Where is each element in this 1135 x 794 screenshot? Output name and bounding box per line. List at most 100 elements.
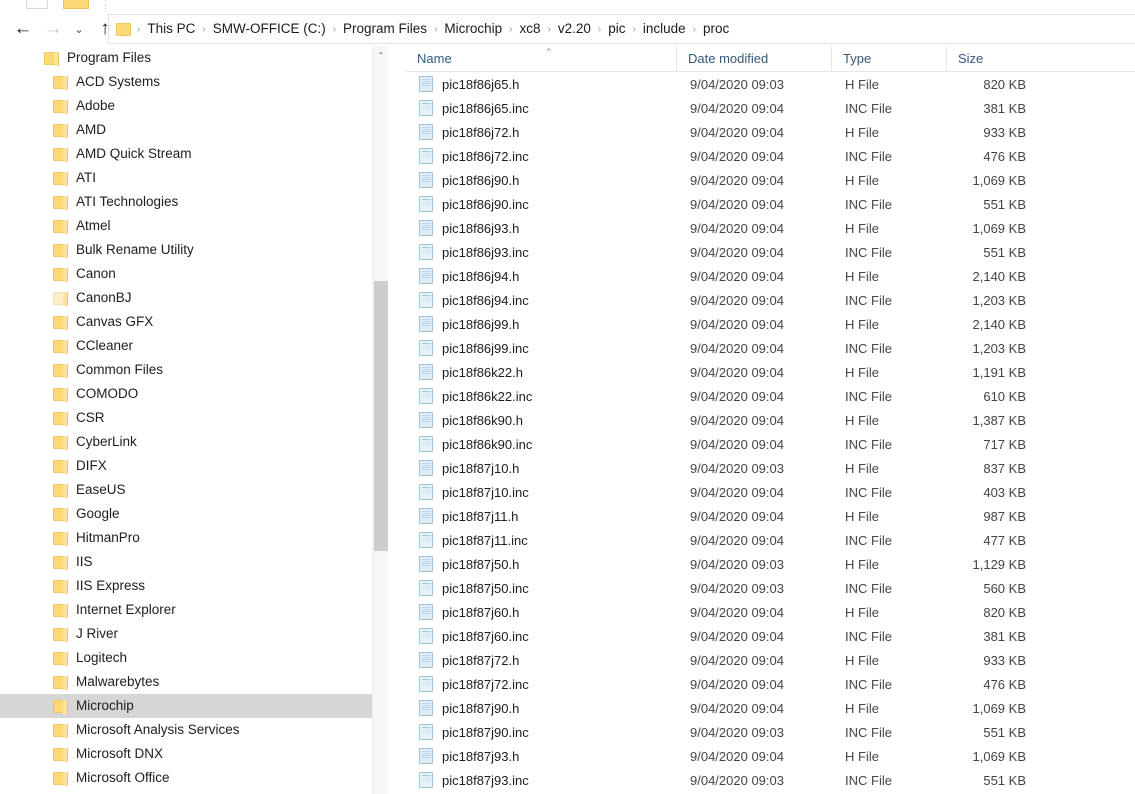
h-file-icon	[419, 748, 433, 764]
inc-file-icon	[419, 436, 433, 452]
table-row[interactable]: pic18f86j99.inc9/04/2020 09:04INC File1,…	[406, 336, 1135, 360]
table-row[interactable]: pic18f86j90.inc9/04/2020 09:04INC File55…	[406, 192, 1135, 216]
recent-locations-chevron-down-icon[interactable]: ⌄	[68, 14, 90, 44]
breadcrumb-item[interactable]: include	[639, 22, 690, 36]
sidebar-item-j-river[interactable]: J River	[0, 622, 388, 646]
tree-scrollbar-thumb[interactable]	[374, 281, 388, 551]
table-row[interactable]: pic18f87j72.h9/04/2020 09:04H File933 KB	[406, 648, 1135, 672]
table-row[interactable]: pic18f87j60.inc9/04/2020 09:04INC File38…	[406, 624, 1135, 648]
sidebar-item-microsoft-office[interactable]: Microsoft Office	[0, 766, 388, 790]
table-row[interactable]: pic18f86j72.inc9/04/2020 09:04INC File47…	[406, 144, 1135, 168]
table-row[interactable]: pic18f87j90.inc9/04/2020 09:03INC File55…	[406, 720, 1135, 744]
file-name-cell: pic18f87j60.h	[442, 605, 690, 620]
sidebar-item-canonbj[interactable]: CanonBJ	[0, 286, 388, 310]
file-size-cell: 1,069 KB	[960, 701, 1044, 716]
file-name-cell: pic18f87j72.inc	[442, 677, 690, 692]
table-row[interactable]: pic18f87j11.h9/04/2020 09:04H File987 KB	[406, 504, 1135, 528]
breadcrumb-item[interactable]: This PC	[143, 22, 199, 36]
sidebar-item-microsoft-dnx[interactable]: Microsoft DNX	[0, 742, 388, 766]
sidebar-item-comodo[interactable]: COMODO	[0, 382, 388, 406]
sidebar-item-hitmanpro[interactable]: HitmanPro	[0, 526, 388, 550]
sidebar-item-canon[interactable]: Canon	[0, 262, 388, 286]
inc-file-icon	[419, 196, 433, 212]
breadcrumb-item[interactable]: v2.20	[554, 22, 595, 36]
sidebar-item-internet-explorer[interactable]: Internet Explorer	[0, 598, 388, 622]
date-modified-cell: 9/04/2020 09:04	[690, 749, 845, 764]
table-row[interactable]: pic18f86k22.h9/04/2020 09:04H File1,191 …	[406, 360, 1135, 384]
inc-file-icon	[419, 340, 433, 356]
table-row[interactable]: pic18f87j60.h9/04/2020 09:04H File820 KB	[406, 600, 1135, 624]
table-row[interactable]: pic18f86j65.h9/04/2020 09:03H File820 KB	[406, 72, 1135, 96]
breadcrumb-item[interactable]: Program Files	[339, 22, 431, 36]
sidebar-item-ati-technologies[interactable]: ATI Technologies	[0, 190, 388, 214]
sidebar-item-bulk-rename-utility[interactable]: Bulk Rename Utility	[0, 238, 388, 262]
forward-icon[interactable]: →	[38, 14, 68, 44]
table-row[interactable]: pic18f87j93.h9/04/2020 09:04H File1,069 …	[406, 744, 1135, 768]
breadcrumb-item[interactable]: proc	[699, 22, 733, 36]
table-row[interactable]: pic18f87j11.inc9/04/2020 09:04INC File47…	[406, 528, 1135, 552]
table-row[interactable]: pic18f87j10.inc9/04/2020 09:04INC File40…	[406, 480, 1135, 504]
column-header-date-modified[interactable]: Date modified	[676, 46, 831, 71]
sidebar-item-ati[interactable]: ATI	[0, 166, 388, 190]
table-row[interactable]: pic18f86j65.inc9/04/2020 09:04INC File38…	[406, 96, 1135, 120]
file-name-cell: pic18f86j90.inc	[442, 197, 690, 212]
sidebar-item-malwarebytes[interactable]: Malwarebytes	[0, 670, 388, 694]
sidebar-item-microsoft-analysis-services[interactable]: Microsoft Analysis Services	[0, 718, 388, 742]
sidebar-item-iis-express[interactable]: IIS Express	[0, 574, 388, 598]
table-row[interactable]: pic18f86j94.h9/04/2020 09:04H File2,140 …	[406, 264, 1135, 288]
file-type-cell: INC File	[845, 581, 960, 596]
table-row[interactable]: pic18f87j72.inc9/04/2020 09:04INC File47…	[406, 672, 1135, 696]
table-row[interactable]: pic18f87j93.inc9/04/2020 09:03INC File55…	[406, 768, 1135, 792]
sidebar-item-label: Program Files	[67, 51, 151, 65]
sidebar-item-csr[interactable]: CSR	[0, 406, 388, 430]
scroll-up-arrow-icon[interactable]: ⌃	[373, 46, 388, 64]
folder-icon	[53, 628, 68, 641]
breadcrumb-item[interactable]: xc8	[516, 22, 545, 36]
column-header-type[interactable]: Type	[831, 46, 946, 71]
file-size-cell: 477 KB	[960, 533, 1044, 548]
sidebar-item-common-files[interactable]: Common Files	[0, 358, 388, 382]
table-row[interactable]: pic18f86k90.inc9/04/2020 09:04INC File71…	[406, 432, 1135, 456]
table-row[interactable]: pic18f87j10.h9/04/2020 09:03H File837 KB	[406, 456, 1135, 480]
sidebar-item-adobe[interactable]: Adobe	[0, 94, 388, 118]
table-row[interactable]: pic18f86k90.h9/04/2020 09:04H File1,387 …	[406, 408, 1135, 432]
date-modified-cell: 9/04/2020 09:03	[690, 773, 845, 788]
sidebar-item-google[interactable]: Google	[0, 502, 388, 526]
table-row[interactable]: pic18f86j93.h9/04/2020 09:04H File1,069 …	[406, 216, 1135, 240]
table-row[interactable]: pic18f86j93.inc9/04/2020 09:04INC File55…	[406, 240, 1135, 264]
sidebar-item-amd-quick-stream[interactable]: AMD Quick Stream	[0, 142, 388, 166]
breadcrumb[interactable]: ›This PC›SMW-OFFICE (C:)›Program Files›M…	[108, 14, 1135, 44]
tree-scrollbar[interactable]: ⌃	[372, 46, 388, 794]
table-row[interactable]: pic18f86k22.inc9/04/2020 09:04INC File61…	[406, 384, 1135, 408]
table-row[interactable]: pic18f87j50.inc9/04/2020 09:03INC File56…	[406, 576, 1135, 600]
column-header-name[interactable]: Name	[406, 46, 676, 71]
table-row[interactable]: pic18f86j90.h9/04/2020 09:04H File1,069 …	[406, 168, 1135, 192]
breadcrumb-item[interactable]: SMW-OFFICE (C:)	[209, 22, 330, 36]
sidebar-item-program-files[interactable]: Program Files	[0, 46, 388, 70]
table-row[interactable]: pic18f86j99.h9/04/2020 09:04H File2,140 …	[406, 312, 1135, 336]
table-row[interactable]: pic18f86j72.h9/04/2020 09:04H File933 KB	[406, 120, 1135, 144]
sidebar-item-logitech[interactable]: Logitech	[0, 646, 388, 670]
sidebar-item-cyberlink[interactable]: CyberLink	[0, 430, 388, 454]
file-type-cell: H File	[845, 221, 960, 236]
table-row[interactable]: pic18f87j50.h9/04/2020 09:03H File1,129 …	[406, 552, 1135, 576]
sidebar-item-label: Adobe	[76, 99, 115, 113]
breadcrumb-item[interactable]: Microchip	[440, 22, 506, 36]
sidebar-item-difx[interactable]: DIFX	[0, 454, 388, 478]
back-icon[interactable]: ←	[8, 14, 38, 44]
breadcrumb-item[interactable]: pic	[604, 22, 629, 36]
sidebar-item-atmel[interactable]: Atmel	[0, 214, 388, 238]
file-size-cell: 933 KB	[960, 125, 1044, 140]
sidebar-item-microchip[interactable]: Microchip	[0, 694, 388, 718]
window-chrome-strip: ⋮	[0, 0, 1135, 12]
column-header-size[interactable]: Size	[946, 46, 1030, 71]
sidebar-item-ccleaner[interactable]: CCleaner	[0, 334, 388, 358]
h-file-icon	[419, 124, 433, 140]
sidebar-item-easeus[interactable]: EaseUS	[0, 478, 388, 502]
table-row[interactable]: pic18f86j94.inc9/04/2020 09:04INC File1,…	[406, 288, 1135, 312]
sidebar-item-canvas-gfx[interactable]: Canvas GFX	[0, 310, 388, 334]
table-row[interactable]: pic18f87j90.h9/04/2020 09:04H File1,069 …	[406, 696, 1135, 720]
sidebar-item-acd-systems[interactable]: ACD Systems	[0, 70, 388, 94]
sidebar-item-iis[interactable]: IIS	[0, 550, 388, 574]
sidebar-item-amd[interactable]: AMD	[0, 118, 388, 142]
